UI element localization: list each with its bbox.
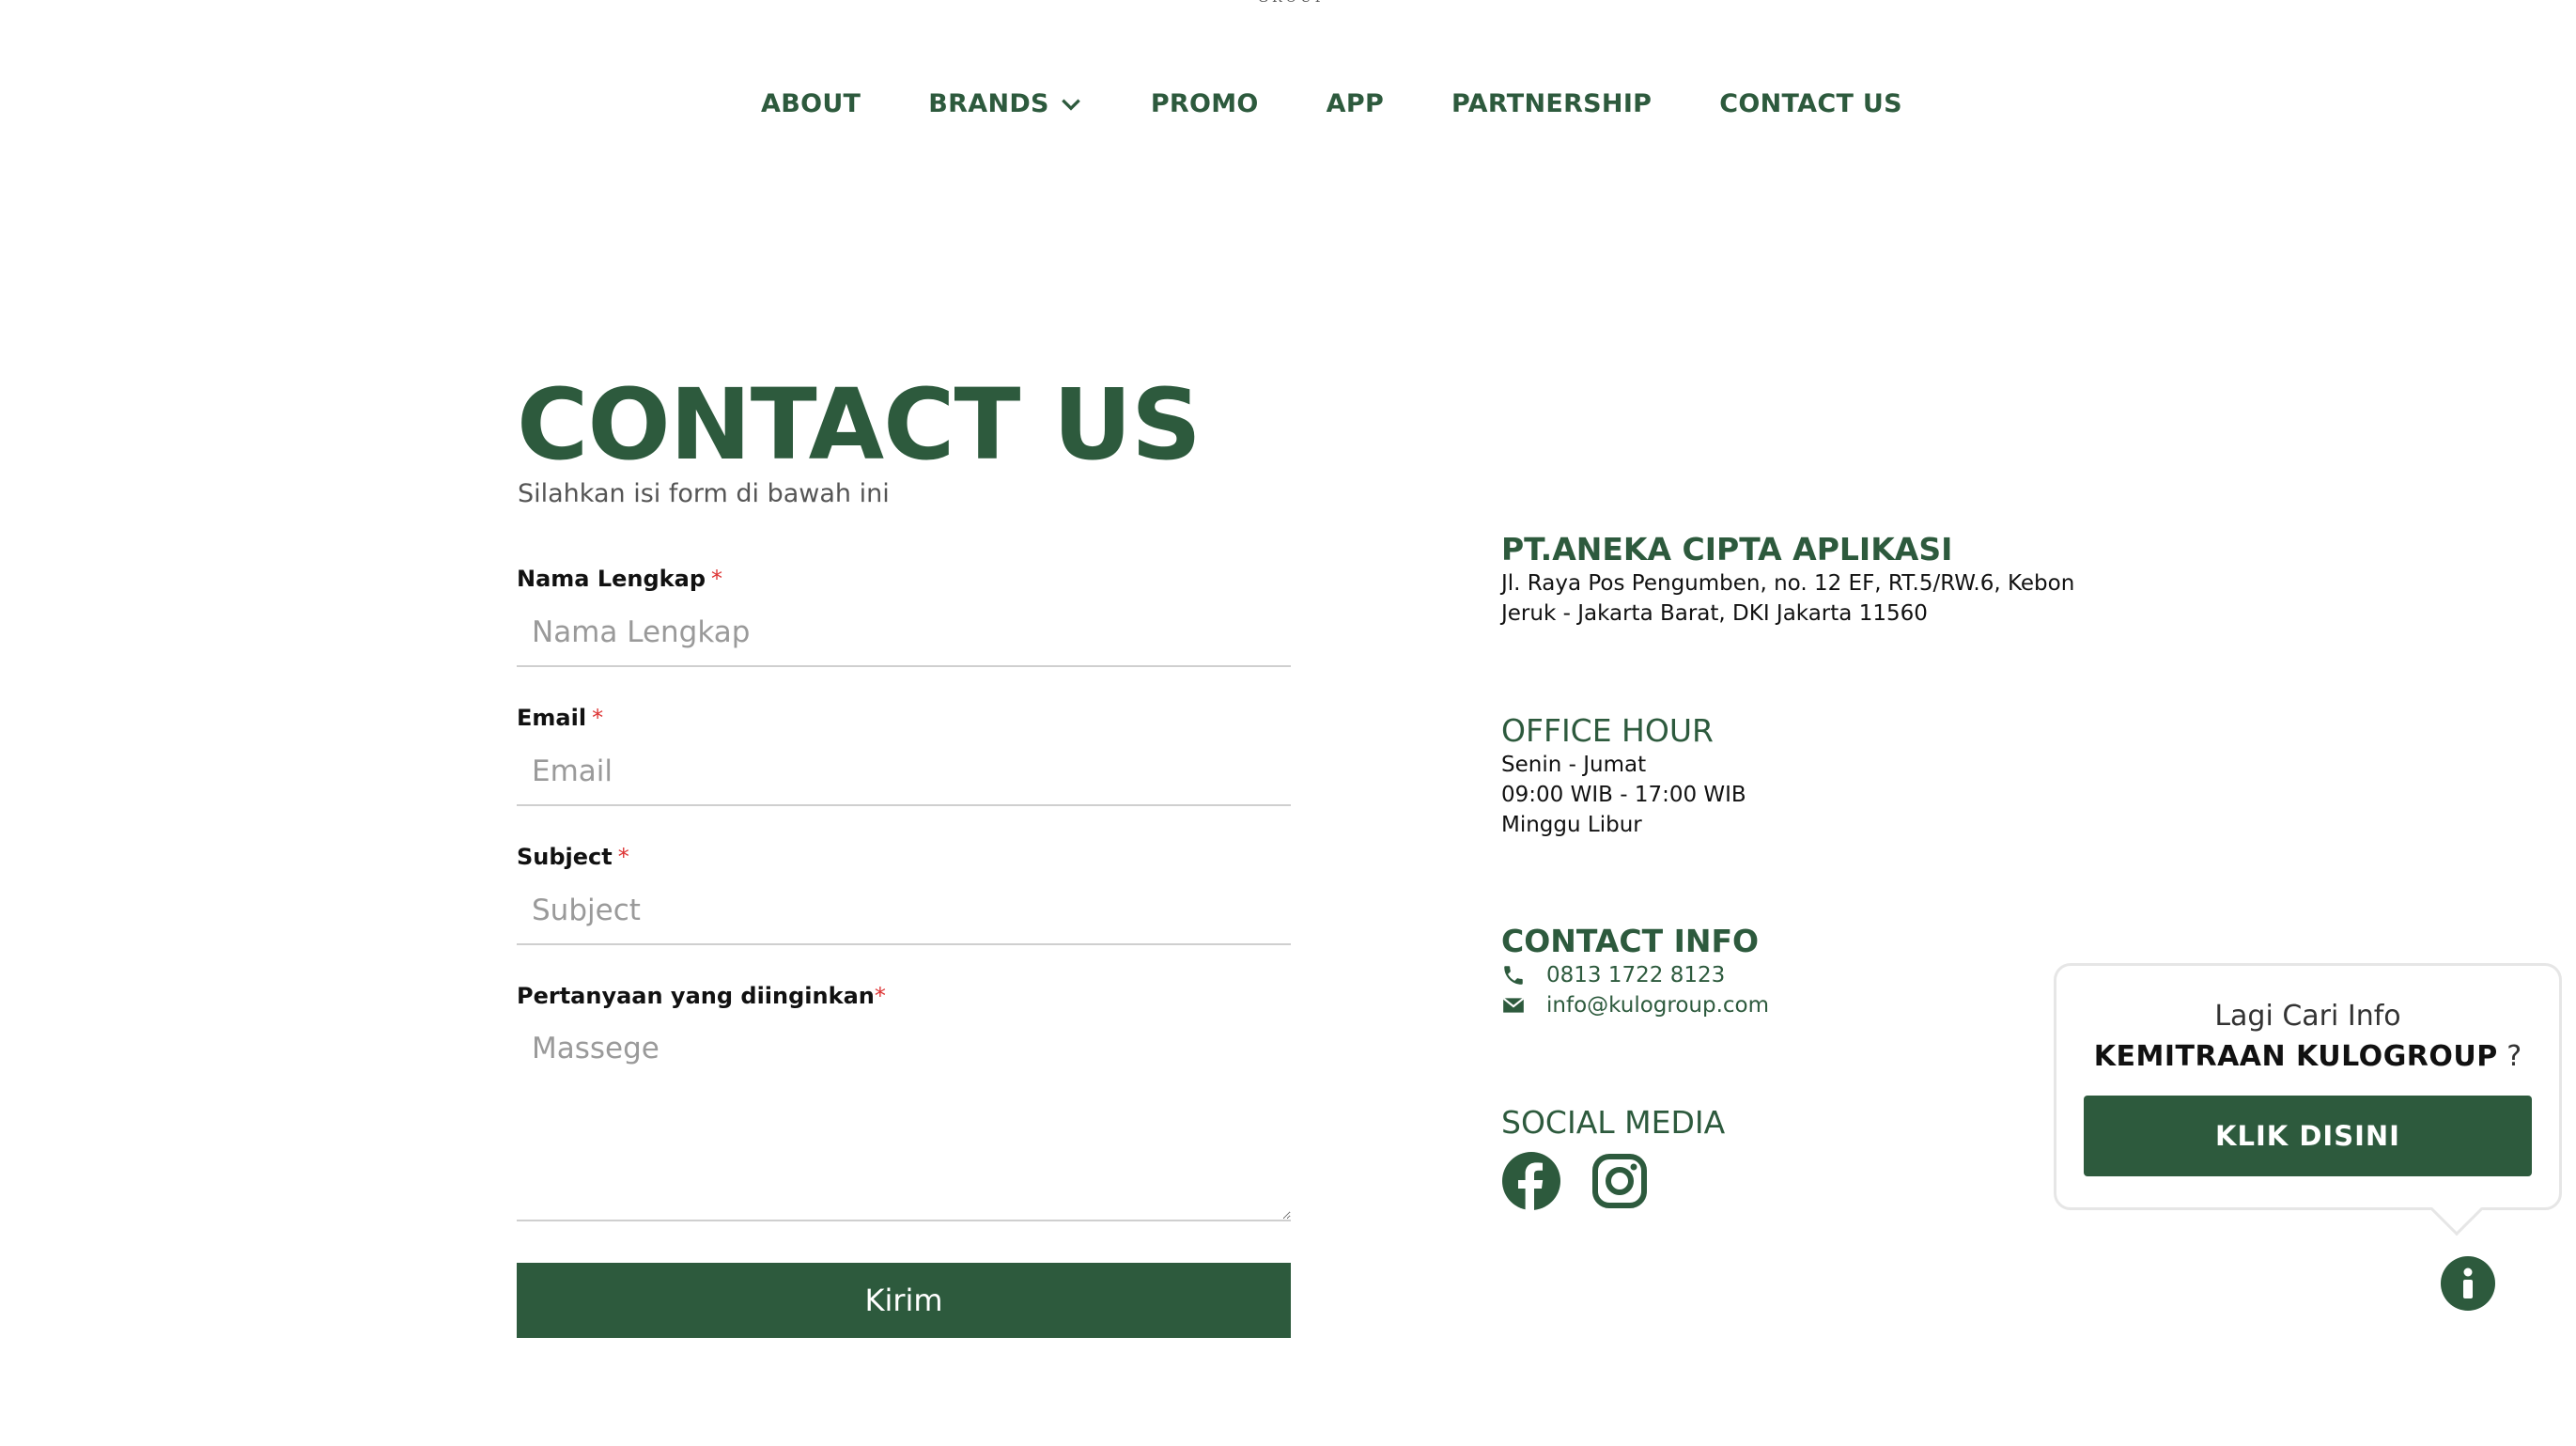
office-hour-closed: Minggu Libur — [1501, 813, 1642, 837]
email-input[interactable] — [517, 739, 1291, 806]
subject-input[interactable] — [517, 878, 1291, 945]
office-hour-hours: 09:00 WIB - 17:00 WIB — [1501, 783, 1746, 807]
social-media-block: SOCIAL MEDIA — [1501, 1104, 1725, 1211]
popup-line2-bold: KEMITRAAN KULOGROUP — [2093, 1040, 2498, 1073]
subject-label: Subject * — [517, 844, 1291, 878]
name-input[interactable] — [517, 599, 1291, 667]
klik-disini-button[interactable]: KLIK DISINI — [2084, 1096, 2532, 1176]
nav-item-contact-us[interactable]: CONTACT US — [1719, 89, 1902, 118]
message-label-text: Pertanyaan yang diinginkan — [517, 983, 875, 1009]
nav-item-promo[interactable]: PROMO — [1151, 89, 1259, 118]
name-label-text: Nama Lengkap — [517, 566, 706, 592]
nav-label: APP — [1326, 89, 1385, 118]
logo-fragment: GROUP — [1255, 0, 1330, 9]
required-asterisk: * — [711, 566, 723, 592]
company-block: PT.ANEKA CIPTA APLIKASI Jl. Raya Pos Pen… — [1501, 531, 2074, 629]
popup-line2: KEMITRAAN KULOGROUP ? — [2056, 1040, 2559, 1073]
instagram-icon[interactable] — [1590, 1151, 1650, 1211]
company-address-line2: Jeruk - Jakarta Barat, DKI Jakarta 11560 — [1501, 601, 1928, 626]
company-name: PT.ANEKA CIPTA APLIKASI — [1501, 531, 1953, 568]
nav-label: CONTACT US — [1719, 89, 1902, 118]
nav-item-partnership[interactable]: PARTNERSHIP — [1451, 89, 1652, 118]
email-field-group: Email * — [517, 705, 1291, 806]
popup-arrow — [2429, 1182, 2484, 1236]
contact-info-block: CONTACT INFO 0813 1722 8123 info@kulogro… — [1501, 923, 1769, 1020]
page-title: CONTACT US — [517, 367, 1202, 482]
nav-item-brands[interactable]: BRANDS — [928, 89, 1083, 118]
page-subtitle: Silahkan isi form di bawah ini — [518, 479, 890, 508]
popup-line1: Lagi Cari Info — [2214, 1000, 2401, 1033]
popup-line2-suffix: ? — [2497, 1040, 2522, 1073]
main-nav: ABOUT BRANDS PROMO APP PARTNERSHIP CONTA… — [0, 89, 2576, 127]
phone-icon — [1504, 966, 1523, 985]
main-nav-items: ABOUT BRANDS PROMO APP PARTNERSHIP CONTA… — [761, 89, 1902, 118]
message-label: Pertanyaan yang diinginkan* — [517, 983, 1291, 1017]
social-icons — [1501, 1151, 1725, 1211]
submit-button[interactable]: Kirim — [517, 1263, 1291, 1338]
chevron-down-icon — [1061, 99, 1080, 111]
email-label-text: Email — [517, 705, 587, 731]
email-label: Email * — [517, 705, 1291, 739]
office-hour-block: OFFICE HOUR Senin - Jumat 09:00 WIB - 17… — [1501, 712, 1746, 840]
info-icon[interactable] — [2441, 1256, 2495, 1311]
email-link[interactable]: info@kulogroup.com — [1501, 990, 1769, 1020]
phone-link[interactable]: 0813 1722 8123 — [1501, 960, 1769, 990]
facebook-icon[interactable] — [1501, 1151, 1561, 1211]
name-label: Nama Lengkap * — [517, 566, 1291, 599]
nav-label: BRANDS — [928, 89, 1049, 118]
message-field-group: Pertanyaan yang diinginkan* — [517, 983, 1291, 1225]
contact-info-heading: CONTACT INFO — [1501, 923, 1760, 959]
required-asterisk: * — [874, 983, 886, 1009]
office-hour-days: Senin - Jumat — [1501, 753, 1647, 777]
nav-item-app[interactable]: APP — [1327, 89, 1384, 118]
nav-item-about[interactable]: ABOUT — [761, 89, 861, 118]
social-media-heading: SOCIAL MEDIA — [1501, 1104, 1726, 1141]
info-glyph-icon — [2463, 1267, 2473, 1298]
nav-label: ABOUT — [761, 89, 861, 118]
required-asterisk: * — [592, 705, 604, 731]
company-address-line1: Jl. Raya Pos Pengumben, no. 12 EF, RT.5/… — [1501, 571, 2075, 596]
email-address: info@kulogroup.com — [1546, 993, 1770, 1018]
nav-label: PARTNERSHIP — [1451, 89, 1653, 118]
envelope-icon — [1502, 997, 1525, 1013]
nav-label: PROMO — [1150, 89, 1259, 118]
partnership-popup: Lagi Cari Info KEMITRAAN KULOGROUP ? KLI… — [2054, 963, 2562, 1236]
contact-form: Nama Lengkap* Email* Subject* Pertanyaan… — [517, 566, 1291, 1338]
name-field-group: Nama Lengkap * — [517, 566, 1291, 667]
subject-label-text: Subject — [517, 844, 613, 870]
required-asterisk: * — [617, 844, 629, 870]
subject-field-group: Subject * — [517, 844, 1291, 945]
phone-number: 0813 1722 8123 — [1546, 963, 1726, 987]
office-hour-heading: OFFICE HOUR — [1501, 712, 1714, 749]
message-textarea[interactable] — [517, 1017, 1291, 1221]
